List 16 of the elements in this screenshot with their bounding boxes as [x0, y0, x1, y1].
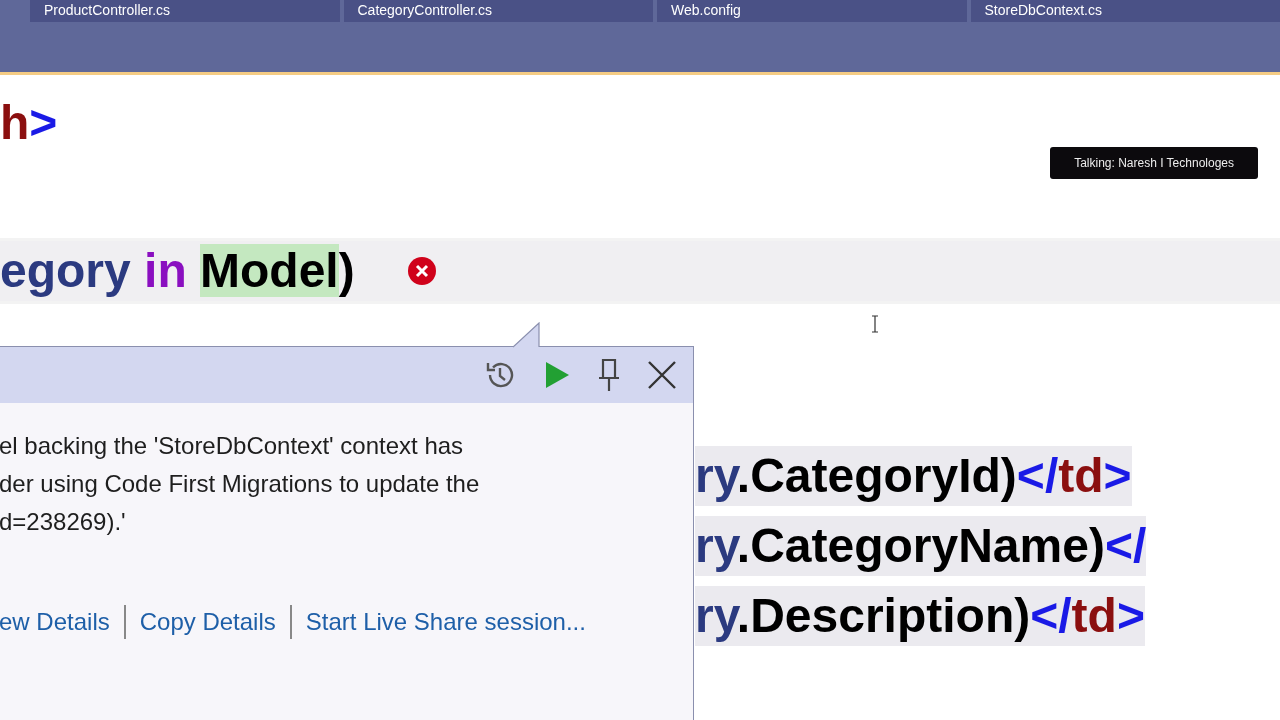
file-tab[interactable]: Web.config: [657, 0, 967, 22]
file-tab[interactable]: StoreDbContext.cs: [970, 0, 1280, 22]
exception-message: el backing the 'StoreDbContext' context has: [0, 431, 465, 461]
text-cursor-icon: [871, 315, 879, 333]
speaker-badge: Talking: Naresh I Technologes: [1050, 147, 1258, 179]
file-tab[interactable]: CategoryController.cs: [343, 0, 653, 22]
code-line: h>: [0, 95, 58, 151]
exception-message: d=238269).': [0, 507, 127, 537]
exception-message: der using Code First Migrations to update the: [0, 469, 481, 499]
details-link[interactable]: Start Live Share session...: [305, 608, 586, 636]
file-tab[interactable]: ProductController.cs: [30, 0, 340, 22]
details-link[interactable]: ew Details: [0, 608, 110, 636]
pin-icon[interactable]: [597, 358, 621, 392]
code-line: egory in Model): [0, 243, 355, 299]
close-icon[interactable]: [647, 360, 677, 390]
details-link[interactable]: Copy Details: [139, 608, 276, 636]
